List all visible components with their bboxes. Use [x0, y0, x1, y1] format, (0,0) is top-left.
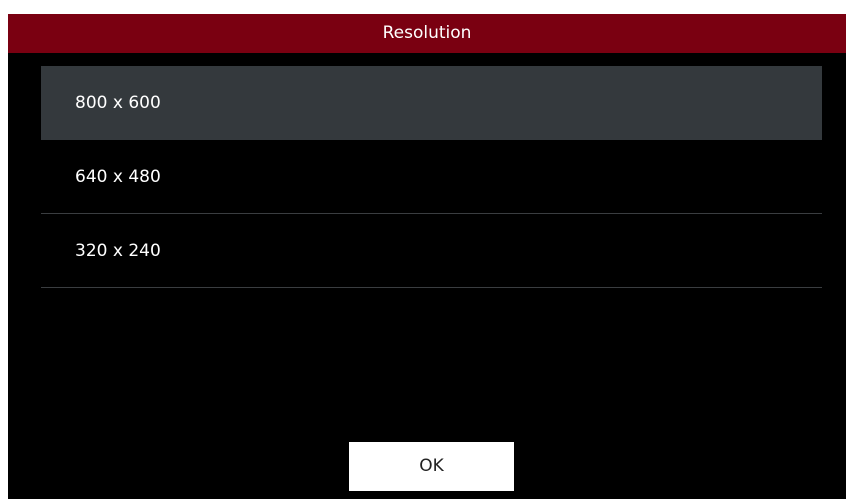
dialog-title: Resolution — [8, 14, 846, 53]
ok-button[interactable]: OK — [349, 442, 514, 491]
resolution-dialog: Resolution 800 x 600 640 x 480 320 x 240… — [8, 14, 846, 499]
resolution-option-320x240[interactable]: 320 x 240 — [41, 214, 822, 288]
resolution-option-640x480[interactable]: 640 x 480 — [41, 140, 822, 214]
resolution-list: 800 x 600 640 x 480 320 x 240 — [41, 66, 822, 288]
resolution-option-800x600[interactable]: 800 x 600 — [41, 66, 822, 140]
